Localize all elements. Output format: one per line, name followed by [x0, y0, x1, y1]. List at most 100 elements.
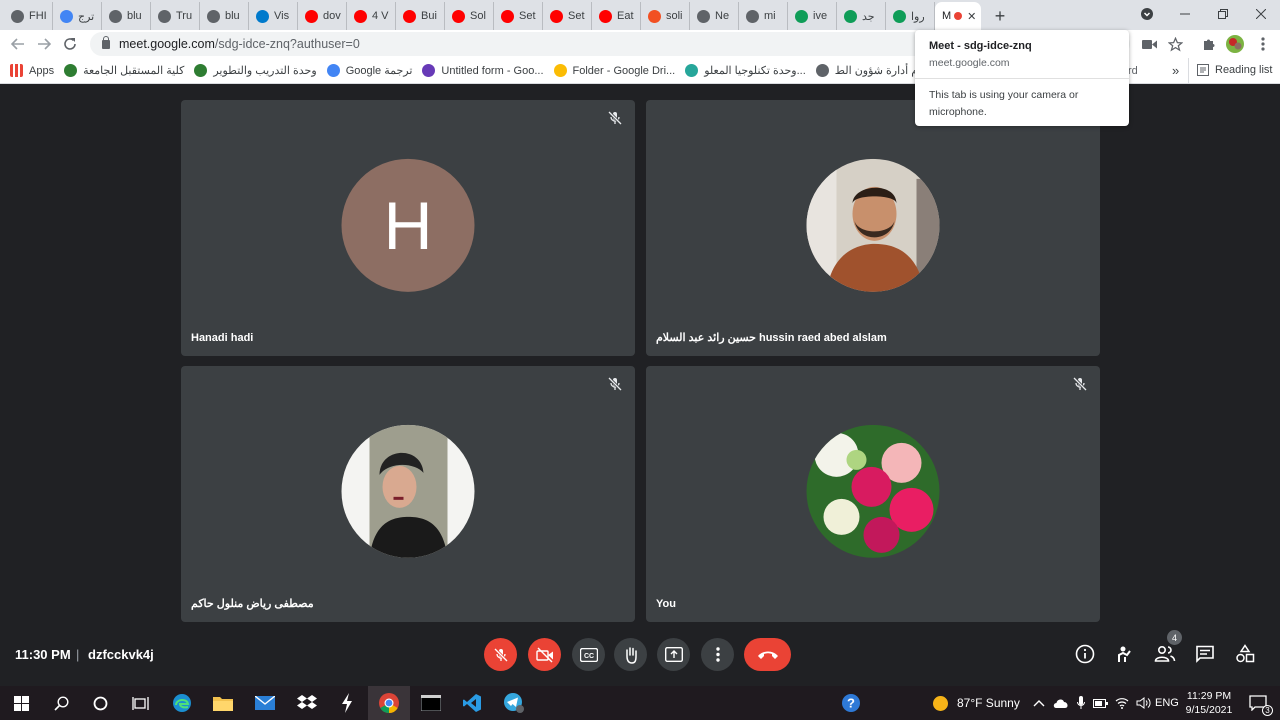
hover-card-title: Meet - sdg-idce-znq	[929, 40, 1032, 52]
bookmark-overflow-button[interactable]: »	[1172, 63, 1179, 78]
mic-off-icon	[493, 647, 508, 662]
help-button[interactable]: ?	[830, 686, 872, 720]
youtube-icon	[354, 9, 367, 23]
reading-list-button[interactable]: Reading list	[1197, 64, 1272, 76]
browser-tab[interactable]: 4 V	[347, 2, 396, 30]
browser-tab[interactable]: dov	[298, 2, 347, 30]
chrome-menu-button[interactable]	[1250, 30, 1276, 58]
browser-tab[interactable]: Bui	[396, 2, 445, 30]
browser-tab[interactable]: ترج	[53, 2, 102, 30]
bookmark-item[interactable]: Apps	[10, 64, 54, 77]
bookmark-item[interactable]: وحدة تكنلوجيا المعلو...	[685, 64, 806, 77]
toggle-microphone-button[interactable]	[484, 638, 517, 671]
tab-search-button[interactable]	[1128, 0, 1166, 28]
browser-tab[interactable]: blu	[200, 2, 249, 30]
search-button[interactable]	[40, 686, 82, 720]
svg-text:?: ?	[847, 696, 855, 711]
bookmark-label: Google ترجمة	[345, 65, 413, 77]
tab-meet-active[interactable]: M ✕	[935, 2, 981, 30]
mic-muted-icon	[607, 376, 623, 392]
participant-tile[interactable]: حسين رائد عبد السلام hussin raed abed al…	[646, 100, 1100, 356]
close-tab-icon[interactable]: ✕	[967, 10, 976, 23]
bookmark-item[interactable]: وحدة التدريب والتطوير	[194, 64, 317, 77]
chrome-icon	[697, 9, 710, 23]
terminal-button[interactable]	[410, 686, 452, 720]
bookmark-label: Untitled form - Goo...	[441, 64, 544, 77]
close-window-button[interactable]	[1242, 0, 1280, 28]
participant-tile[interactable]: H Hanadi hadi	[181, 100, 635, 356]
chrome-taskbar-button[interactable]	[368, 686, 410, 720]
weather-widget[interactable]: 87°F Sunny	[932, 686, 1020, 720]
browser-tab[interactable]: ive	[788, 2, 837, 30]
toggle-camera-button[interactable]	[528, 638, 561, 671]
browser-tab[interactable]: Sol	[445, 2, 494, 30]
profile-button[interactable]	[1222, 30, 1248, 58]
bookmark-item[interactable]: كلية المستقبل الجامعة	[64, 64, 184, 77]
search-icon	[53, 695, 69, 711]
participant-tile[interactable]: You	[646, 366, 1100, 622]
raise-hand-button[interactable]	[614, 638, 647, 671]
meeting-details-button[interactable]	[1073, 642, 1097, 666]
task-view-icon	[131, 696, 149, 710]
browser-tab[interactable]: Vis	[249, 2, 298, 30]
participant-photo	[341, 424, 475, 558]
cortana-button[interactable]	[79, 686, 121, 720]
back-arrow-icon	[11, 38, 24, 50]
tab-strip: FHI ترج blu Tru blu Vis dov 4 V Bui Sol Set Set Eat s…	[0, 0, 1280, 30]
chat-button[interactable]	[1193, 642, 1217, 666]
browser-tab[interactable]: روا	[886, 2, 935, 30]
back-button[interactable]	[5, 31, 31, 57]
telegram-button[interactable]	[493, 686, 535, 720]
hand-raise-list-button[interactable]	[1113, 642, 1137, 666]
browser-tab[interactable]: جد	[837, 2, 886, 30]
system-clock[interactable]: 11:29 PM 9/15/2021	[1184, 689, 1234, 717]
forward-arrow-icon	[38, 38, 51, 50]
bookmark-star-button[interactable]	[1162, 30, 1188, 58]
notifications-button[interactable]: 3	[1238, 686, 1278, 720]
mail-button[interactable]	[244, 686, 286, 720]
extensions-button[interactable]	[1196, 30, 1222, 58]
reload-button[interactable]	[57, 31, 83, 57]
battery-icon	[1093, 698, 1108, 708]
language-indicator[interactable]: ENG	[1155, 686, 1179, 720]
bookmark-item[interactable]: Folder - Google Dri...	[553, 64, 675, 77]
app-button[interactable]	[326, 686, 368, 720]
browser-tab[interactable]: FHI	[4, 2, 53, 30]
url-host: meet.google.com	[119, 37, 215, 51]
browser-tab[interactable]: Ne	[690, 2, 739, 30]
present-screen-button[interactable]	[657, 638, 690, 671]
browser-tab[interactable]: Eat	[592, 2, 641, 30]
site-icon	[746, 9, 759, 23]
browser-tab[interactable]: blu	[102, 2, 151, 30]
mail-icon	[255, 696, 275, 710]
camera-in-use-button[interactable]	[1136, 30, 1162, 58]
captions-button[interactable]: CC	[572, 638, 605, 671]
browser-tab[interactable]: soli	[641, 2, 690, 30]
browser-tab[interactable]: Set	[494, 2, 543, 30]
people-button[interactable]	[1153, 642, 1177, 666]
minimize-button[interactable]	[1166, 0, 1204, 28]
bookmark-item[interactable]: Untitled form - Goo...	[422, 64, 544, 77]
activities-button[interactable]	[1233, 642, 1257, 666]
browser-tab[interactable]: mi	[739, 2, 788, 30]
vscode-button[interactable]	[451, 686, 493, 720]
reading-list-label: Reading list	[1215, 64, 1273, 76]
forward-button[interactable]	[31, 31, 57, 57]
dropbox-button[interactable]	[286, 686, 328, 720]
start-button[interactable]	[0, 686, 42, 720]
edge-button[interactable]	[161, 686, 203, 720]
maximize-button[interactable]	[1204, 0, 1242, 28]
participant-count-badge: 4	[1167, 630, 1182, 645]
file-explorer-button[interactable]	[202, 686, 244, 720]
browser-tab[interactable]: Set	[543, 2, 592, 30]
task-view-button[interactable]	[119, 686, 161, 720]
new-tab-button[interactable]: +	[985, 2, 1015, 30]
participant-tile[interactable]: مصطفى رياض منلول حاكم	[181, 366, 635, 622]
bookmark-partial[interactable]: rd	[1128, 65, 1138, 77]
lightning-app-icon	[342, 693, 352, 713]
more-options-button[interactable]	[701, 638, 734, 671]
site-icon	[194, 64, 208, 77]
bookmark-item[interactable]: Google ترجمة	[326, 64, 413, 77]
browser-tab[interactable]: Tru	[151, 2, 200, 30]
leave-call-button[interactable]	[744, 638, 791, 671]
